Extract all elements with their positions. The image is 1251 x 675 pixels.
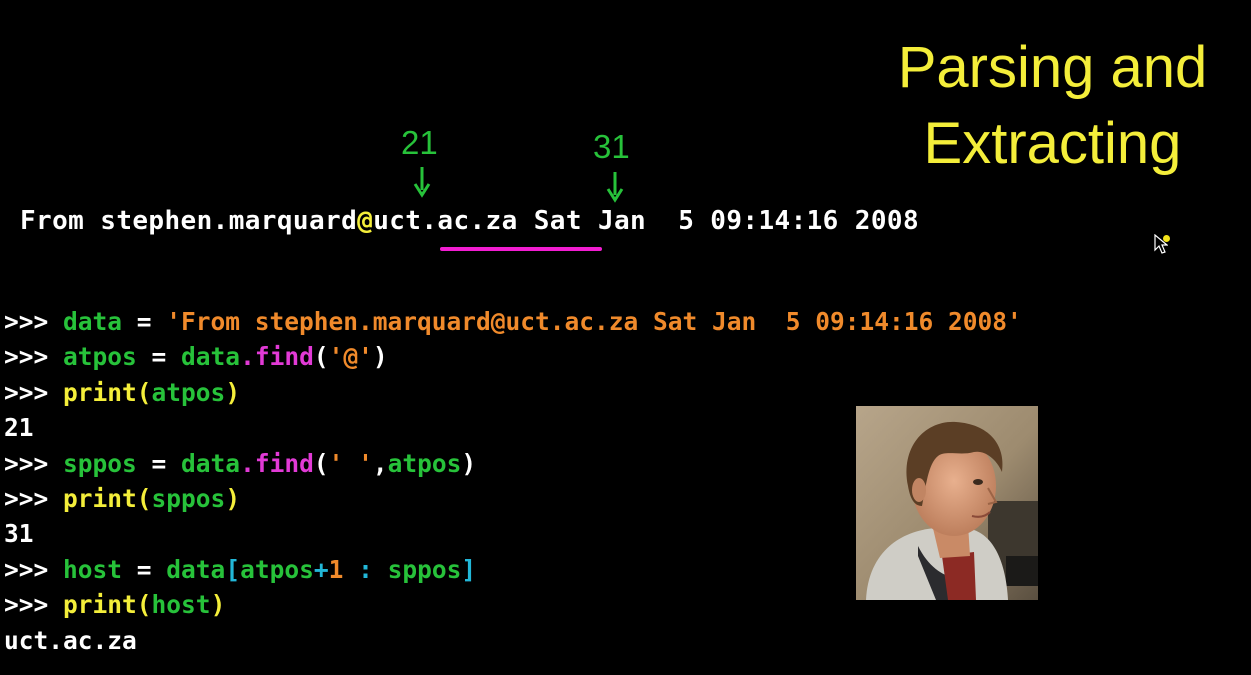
host-underline (440, 247, 602, 251)
comma: , (372, 448, 388, 478)
variable: sppos (63, 448, 137, 478)
paren: ( (136, 377, 152, 407)
at-sign: @ (357, 206, 374, 236)
dot: . (240, 448, 255, 478)
host-text: uct.ac.za (373, 206, 518, 236)
repl-line-1: >>> data = 'From stephen.marquard@uct.ac… (4, 304, 1022, 339)
repl-prompt: >>> (4, 377, 64, 407)
bracket: [ (225, 554, 241, 584)
repl-prompt: >>> (4, 590, 64, 620)
operator: = (122, 307, 167, 336)
down-arrow-icon (606, 172, 624, 203)
repl-prompt: >>> (4, 342, 64, 372)
string-literal: ' ' (328, 448, 373, 478)
builtin-function: print (63, 377, 137, 407)
instructor-photo (856, 406, 1038, 600)
from-line-suffix: Sat Jan 5 09:14:16 2008 (517, 206, 920, 236)
paren: ) (225, 483, 241, 513)
paren: ) (461, 448, 477, 478)
method-name: find (254, 342, 314, 372)
space-index-label: 31 (593, 128, 630, 165)
bracket: ] (461, 554, 477, 584)
paren: ) (372, 342, 388, 372)
repl-output-3: uct.ac.za (4, 625, 137, 655)
string-literal: '@' (328, 342, 373, 372)
slide-title: Parsing and Extracting (860, 30, 1245, 182)
cursor-highlight-dot (1163, 235, 1170, 242)
down-arrow-icon (413, 167, 431, 198)
builtin-function: print (63, 483, 137, 513)
variable: data (181, 342, 241, 372)
number-literal: 1 (328, 554, 344, 584)
operator: = (136, 342, 182, 372)
repl-prompt: >>> (4, 483, 64, 513)
slice-colon: : (343, 554, 388, 584)
variable: host (63, 554, 123, 584)
repl-line-2: >>> atpos = data.find('@') (4, 339, 1022, 374)
dot: . (240, 342, 255, 372)
variable: atpos (240, 554, 314, 584)
from-line-prefix: From stephen.marquard (20, 206, 358, 236)
operator: = (122, 554, 167, 584)
repl-prompt: >>> (4, 554, 64, 584)
from-line: From stephen.marquard@uct.ac.za Sat Jan … (20, 206, 919, 236)
paren: ( (313, 342, 329, 372)
method-name: find (254, 448, 314, 478)
string-literal: 'From stephen.marquard@uct.ac.za Sat Jan… (166, 307, 1022, 336)
repl-prompt: >>> (4, 448, 64, 478)
variable: sppos (387, 554, 462, 584)
title-line-1: Parsing and (897, 35, 1208, 100)
variable: data (181, 448, 241, 478)
variable: data (166, 554, 226, 584)
paren: ) (210, 590, 226, 620)
at-index-label: 21 (401, 124, 438, 161)
variable: atpos (151, 377, 226, 407)
variable: atpos (387, 448, 462, 478)
variable: host (151, 590, 211, 620)
paren: ) (225, 377, 241, 407)
variable: atpos (63, 342, 137, 372)
variable: data (63, 307, 123, 336)
paren: ( (136, 590, 152, 620)
repl-line-3: >>> print(atpos) (4, 375, 1022, 410)
operator: + (313, 554, 329, 584)
title-line-2: Extracting (923, 111, 1182, 176)
paren: ( (313, 448, 329, 478)
builtin-function: print (63, 590, 137, 620)
repl-prompt: >>> (4, 307, 64, 336)
variable: sppos (151, 483, 226, 513)
paren: ( (136, 483, 152, 513)
operator: = (136, 448, 182, 478)
